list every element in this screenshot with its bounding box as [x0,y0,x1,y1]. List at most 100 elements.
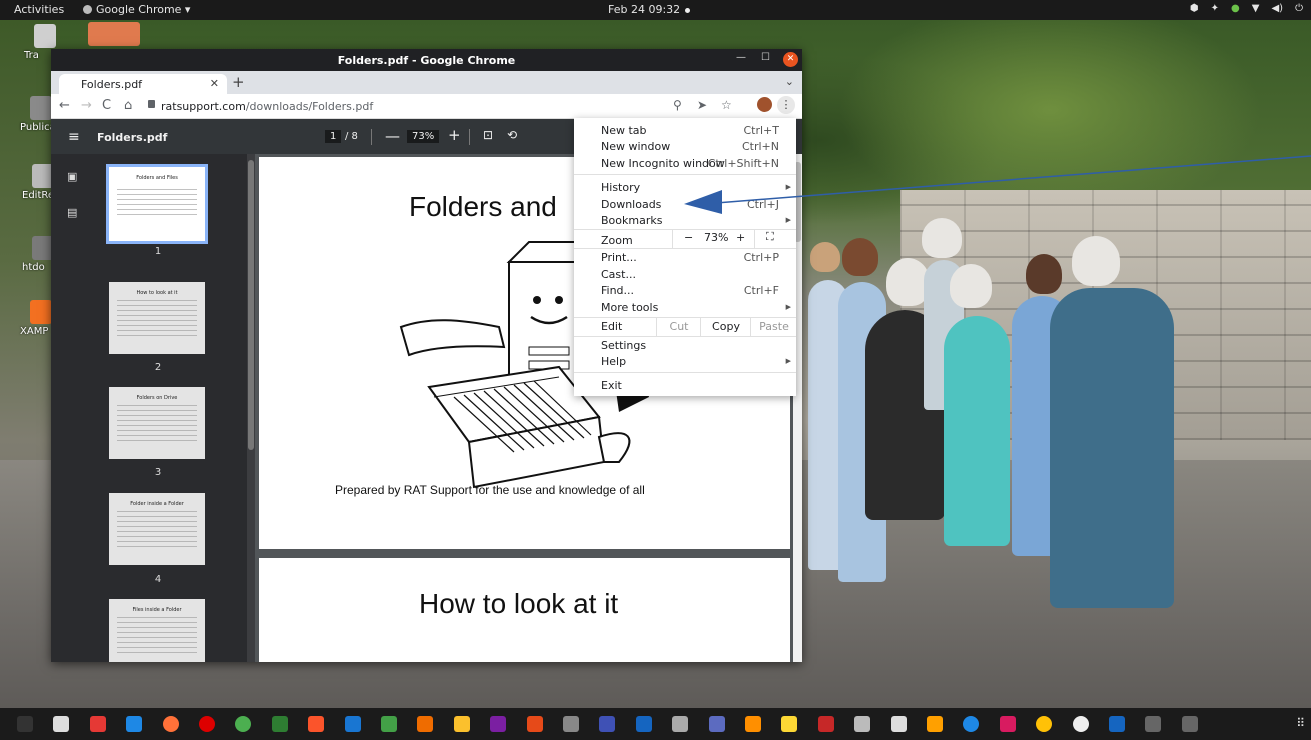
zoom-input[interactable]: 73% [407,130,440,143]
app-blue2-icon[interactable] [599,716,616,732]
base-icon[interactable] [490,716,507,732]
page-number-input[interactable]: 1 [325,130,342,143]
draw-icon[interactable] [453,716,470,732]
tab-folders-pdf[interactable]: Folders.pdf ✕ [59,74,227,94]
zoom-in-button[interactable]: + [448,126,461,144]
contacts-icon[interactable] [963,716,980,732]
usb-icon[interactable] [1145,716,1162,732]
menu-item-new-tab[interactable]: New tab [601,124,647,137]
scrollbar-thumb[interactable] [248,160,254,450]
screen-icon[interactable] [635,716,652,732]
disc-icon[interactable] [854,716,871,732]
menu-zoom-in-button[interactable]: + [736,231,745,244]
window-titlebar[interactable]: Folders.pdf - Google Chrome — ☐ ✕ [51,49,802,71]
menu-cut-button[interactable]: Cut [656,318,701,336]
vlc-icon[interactable] [745,716,761,732]
back-icon[interactable]: ← [59,98,70,113]
menu-item-more-tools[interactable]: More tools [601,301,658,314]
shield-icon[interactable]: ⬢ [1190,3,1199,14]
zoom-out-button[interactable]: — [385,127,400,145]
menu-item-history[interactable]: History [601,181,640,194]
firefox-icon[interactable] [162,716,179,732]
lock-icon[interactable] [148,100,155,108]
edge-dev-icon[interactable] [271,716,288,732]
mascot-icon[interactable] [999,716,1016,732]
share-icon[interactable]: ➤ [697,98,707,112]
brave-icon[interactable] [308,716,325,732]
menu-item-settings[interactable]: Settings [601,339,646,352]
opera-icon[interactable] [199,716,215,732]
menu-item-help[interactable]: Help [601,355,626,368]
fullscreen-icon[interactable]: ⛶ [766,230,774,244]
close-window-button[interactable]: ✕ [783,52,798,67]
notes-icon[interactable] [927,716,943,732]
usb2-icon[interactable] [1181,716,1198,732]
chrome-menu-button[interactable]: ⋮ [777,96,795,114]
desktop-icon-home[interactable] [88,22,140,48]
thumbnail-page-5[interactable]: Files inside a Folder [109,599,205,662]
app-menu-label: Google Chrome ▾ [96,3,191,16]
bookmark-star-icon[interactable]: ☆ [721,98,732,112]
calc-icon[interactable] [381,716,397,732]
menu-item-new-incognito[interactable]: New Incognito window [601,157,725,170]
files-icon[interactable] [53,716,70,732]
menu-paste-button[interactable]: Paste [750,318,797,336]
minimize-button[interactable]: — [736,52,746,63]
power-icon[interactable]: ⏻ [1295,3,1303,14]
system-tray[interactable]: ⬢ ✦ ● ▼ ◀) ⏻ [1190,3,1303,14]
app-menu[interactable]: Google Chrome ▾ [83,3,190,16]
doc-blue-icon[interactable] [344,716,361,732]
menu-item-find[interactable]: Find... [601,284,634,297]
menu-item-exit[interactable]: Exit [601,379,622,392]
menu-zoom-out-button[interactable]: − [684,231,693,244]
volume-icon[interactable]: ◀) [1271,3,1283,14]
network-icon[interactable] [1109,716,1125,732]
app-red-icon[interactable] [89,716,106,732]
anydesk-icon[interactable] [890,716,907,732]
thumbnail-page-2[interactable]: How to look at it [109,282,205,354]
software-icon[interactable] [526,716,543,732]
tab-search-chevron-icon[interactable]: ⌄ [785,75,794,88]
impress-icon[interactable] [417,716,434,732]
dropbox-icon[interactable]: ✦ [1211,3,1219,14]
forward-icon[interactable]: → [81,98,92,113]
activities-button[interactable]: Activities [14,3,64,16]
outline-view-icon[interactable]: ▤ [67,206,77,219]
profile-avatar[interactable] [757,97,772,112]
wifi-icon[interactable]: ▼ [1252,3,1260,14]
thumbnail-page-1[interactable]: Folders and Files [106,164,208,244]
menu-item-new-window[interactable]: New window [601,140,670,153]
new-tab-button[interactable]: + [232,73,245,91]
maximize-button[interactable]: ☐ [761,52,770,63]
b-icon[interactable] [1036,716,1053,732]
thumbnails-view-icon[interactable]: ▣ [67,170,77,183]
zoom-indicator-icon[interactable]: ⚲ [673,98,682,112]
app-blue-icon[interactable] [126,716,143,732]
fit-page-icon[interactable]: ⊡ [483,128,493,142]
filezilla-icon[interactable] [817,716,834,732]
home-icon[interactable]: ⌂ [124,98,132,113]
tool-icon[interactable] [672,716,689,732]
menu-item-cast[interactable]: Cast... [601,268,636,281]
show-apps-grid-icon[interactable]: ⠿ [1296,716,1305,730]
thumbnail-scrollbar[interactable] [247,154,255,662]
reload-icon[interactable]: C [102,98,111,113]
thumbnail-page-4[interactable]: Folder inside a Folder [109,493,205,565]
terminal-icon[interactable] [17,716,33,732]
thumbnail-page-3[interactable]: Folders on Drive [109,387,205,459]
close-tab-icon[interactable]: ✕ [210,77,219,90]
menu-item-downloads[interactable]: Downloads [601,198,661,211]
obs-icon[interactable] [708,716,725,732]
menu-item-bookmarks[interactable]: Bookmarks [601,214,662,227]
record-icon[interactable] [781,716,798,732]
url-field[interactable]: ratsupport.com/downloads/Folders.pdf [161,100,373,113]
chrome-icon[interactable] [235,716,252,732]
menu-item-print[interactable]: Print... [601,251,637,264]
skype-like-icon[interactable] [563,716,579,732]
clock[interactable]: Feb 24 09:32 [608,3,691,16]
check-icon[interactable]: ● [1231,3,1240,14]
menu-copy-button[interactable]: Copy [700,318,751,336]
dvd-icon[interactable] [1072,716,1089,732]
rotate-icon[interactable]: ⟲ [507,128,517,142]
sidebar-toggle-icon[interactable]: ≡ [68,129,80,145]
